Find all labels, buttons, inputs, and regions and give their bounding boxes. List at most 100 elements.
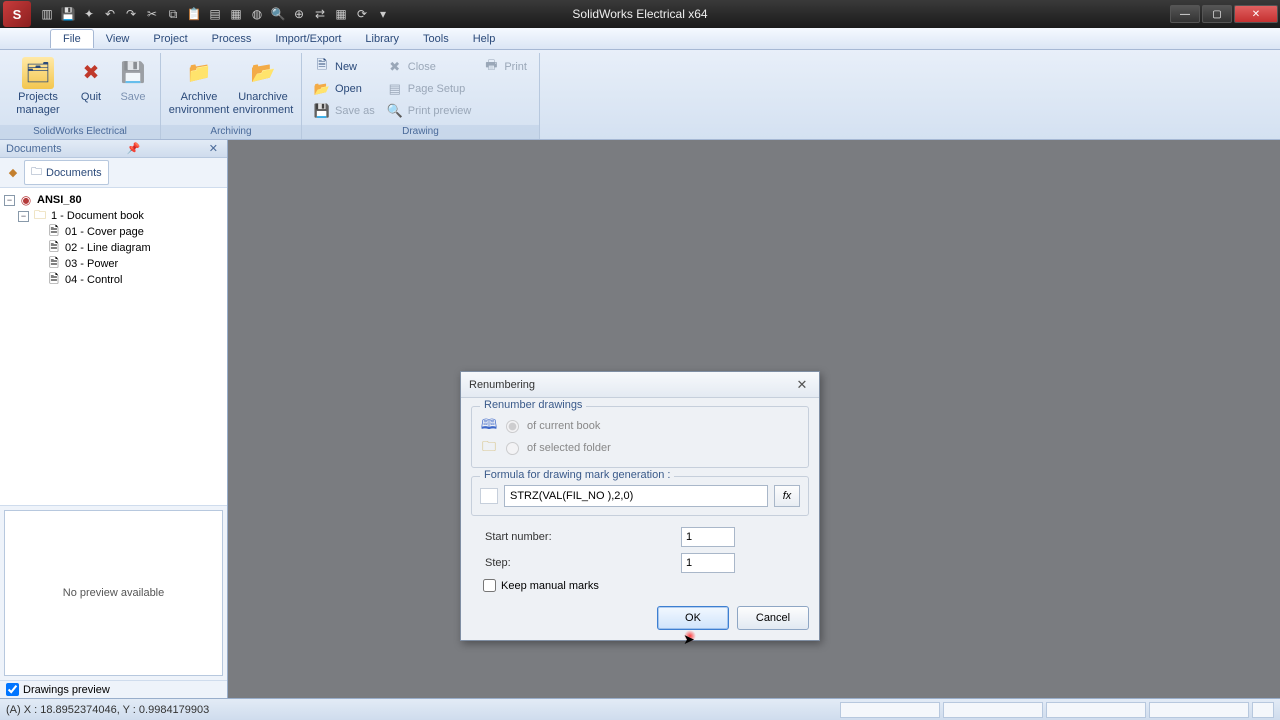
new-button[interactable]: 🗎New — [308, 57, 381, 77]
of-selected-folder-row: 🗀 of selected folder — [480, 437, 800, 459]
quit-button[interactable]: ✖ Quit — [70, 55, 112, 106]
keep-manual-marks-checkbox[interactable] — [483, 579, 496, 592]
formula-input[interactable] — [504, 485, 768, 507]
save-as-icon: 💾 — [314, 103, 330, 119]
qa-redo-icon[interactable]: ↷ — [122, 5, 140, 23]
menu-help[interactable]: Help — [461, 30, 508, 48]
tree-page-control[interactable]: 🗎 04 - Control — [2, 272, 225, 288]
menu-project[interactable]: Project — [141, 30, 199, 48]
tree-book[interactable]: − 🗀 1 - Document book — [2, 208, 225, 224]
qa-zoom-icon[interactable]: 🔍 — [269, 5, 287, 23]
ribbon-group-drawing: 🗎New 📂Open 💾Save as ✖Close ▤Page Setup 🔍… — [302, 53, 540, 139]
ribbon-group-archiving: 📁 Archive environment 📂 Unarchive enviro… — [161, 53, 302, 139]
project-icon: ◉ — [18, 193, 34, 207]
status-slot — [1046, 702, 1146, 718]
documents-tab[interactable]: 🗀 Documents — [24, 160, 109, 185]
dialog-titlebar[interactable]: Renumbering ✕ — [461, 372, 819, 398]
close-drawing-button[interactable]: ✖Close — [381, 57, 478, 77]
page-icon: 🗎 — [46, 273, 62, 287]
page-setup-icon: ▤ — [387, 81, 403, 97]
documents-panel: Documents 📌 ✕ ◆ 🗀 Documents − ◉ ANSI_80 … — [0, 140, 228, 698]
archive-env-button[interactable]: 📁 Archive environment — [167, 55, 231, 118]
folder-icon: 🗀 — [480, 440, 498, 456]
save-button[interactable]: 💾 Save — [112, 55, 154, 106]
renumbering-dialog: Renumbering ✕ Renumber drawings 🕮 of cur… — [460, 371, 820, 641]
menu-tools[interactable]: Tools — [411, 30, 461, 48]
qa-globe-icon[interactable]: ⊕ — [290, 5, 308, 23]
qa-doc-icon[interactable]: ▤ — [206, 5, 224, 23]
statusbar: (A) X : 18.8952374046, Y : 0.9984179903 — [0, 698, 1280, 720]
print-preview-button[interactable]: 🔍Print preview — [381, 101, 478, 121]
qa-undo-icon[interactable]: ↶ — [101, 5, 119, 23]
qa-paste-icon[interactable]: 📋 — [185, 5, 203, 23]
page-icon — [480, 488, 498, 504]
group-label: Archiving — [161, 125, 301, 139]
print-button[interactable]: 🖶Print — [477, 57, 533, 77]
qa-wizard-icon[interactable]: ✦ — [80, 5, 98, 23]
status-slot — [1149, 702, 1249, 718]
qa-cut-icon[interactable]: ✂ — [143, 5, 161, 23]
menu-import-export[interactable]: Import/Export — [263, 30, 353, 48]
ok-button[interactable]: OK — [657, 606, 729, 630]
unarchive-env-button[interactable]: 📂 Unarchive environment — [231, 55, 295, 118]
panel-title: Documents 📌 ✕ — [0, 140, 227, 158]
menu-library[interactable]: Library — [353, 30, 411, 48]
label: Quit — [81, 91, 101, 104]
qa-sync-icon[interactable]: ⇄ — [311, 5, 329, 23]
menu-process[interactable]: Process — [200, 30, 264, 48]
minimize-button[interactable]: — — [1170, 5, 1200, 23]
qa-sheet-icon[interactable]: ▦ — [227, 5, 245, 23]
renumber-drawings-group: Renumber drawings 🕮 of current book 🗀 of… — [471, 406, 809, 468]
save-as-button[interactable]: 💾Save as — [308, 101, 381, 121]
of-selected-folder-radio — [506, 442, 519, 455]
menu-view[interactable]: View — [94, 30, 142, 48]
qa-grid-icon[interactable]: ▦ — [332, 5, 350, 23]
tree-page-line-diagram[interactable]: 🗎 02 - Line diagram — [2, 240, 225, 256]
folder-icon: 🗀 — [31, 163, 42, 182]
ribbon-group-solidworks: 🗂 Projects manager ✖ Quit 💾 Save SolidWo… — [0, 53, 161, 139]
step-input[interactable] — [681, 553, 735, 573]
qa-refresh-icon[interactable]: ⟳ — [353, 5, 371, 23]
start-number-input[interactable] — [681, 527, 735, 547]
open-icon: 📂 — [314, 81, 330, 97]
status-slot — [943, 702, 1043, 718]
label: Archive environment — [169, 91, 230, 116]
maximize-button[interactable]: ▢ — [1202, 5, 1232, 23]
label: Projects manager — [16, 91, 59, 116]
open-button[interactable]: 📂Open — [308, 79, 381, 99]
page-setup-button[interactable]: ▤Page Setup — [381, 79, 478, 99]
documents-tree[interactable]: − ◉ ANSI_80 − 🗀 1 - Document book 🗎 01 -… — [0, 188, 227, 506]
window-controls: — ▢ ✕ — [1170, 5, 1280, 23]
keep-manual-label: Keep manual marks — [501, 580, 599, 592]
label: Save — [120, 91, 145, 104]
panel-close-icon[interactable]: ✕ — [206, 142, 221, 155]
group-label: Drawing — [302, 125, 539, 139]
close-button[interactable]: ✕ — [1234, 5, 1278, 23]
qa-save-icon[interactable]: 💾 — [59, 5, 77, 23]
menu-file[interactable]: File — [50, 29, 94, 48]
new-icon: 🗎 — [314, 59, 330, 75]
dialog-close-icon[interactable]: ✕ — [793, 377, 811, 393]
book-icon: 🕮 — [480, 418, 498, 434]
qa-db-icon[interactable]: ◍ — [248, 5, 266, 23]
tab-icon[interactable]: ◆ — [4, 166, 22, 179]
qa-copy-icon[interactable]: ⧉ — [164, 5, 182, 23]
menubar: File View Project Process Import/Export … — [0, 28, 1280, 50]
drawings-preview-toggle[interactable]: Drawings preview — [0, 680, 227, 698]
qa-more-icon[interactable]: ▾ — [374, 5, 392, 23]
collapse-icon[interactable]: − — [4, 195, 15, 206]
tree-page-power[interactable]: 🗎 03 - Power — [2, 256, 225, 272]
app-icon: S — [3, 1, 31, 27]
of-current-book-row: 🕮 of current book — [480, 415, 800, 437]
label: Unarchive environment — [233, 91, 294, 116]
fx-button[interactable]: fx — [774, 485, 800, 507]
cancel-button[interactable]: Cancel — [737, 606, 809, 630]
start-number-label: Start number: — [485, 531, 635, 543]
step-label: Step: — [485, 557, 635, 569]
projects-manager-button[interactable]: 🗂 Projects manager — [6, 55, 70, 118]
print-preview-icon: 🔍 — [387, 103, 403, 119]
pin-icon[interactable]: 📌 — [124, 142, 144, 155]
qa-new-icon[interactable]: ▥ — [38, 5, 56, 23]
collapse-icon[interactable]: − — [18, 211, 29, 222]
drawings-preview-checkbox[interactable] — [6, 683, 19, 696]
